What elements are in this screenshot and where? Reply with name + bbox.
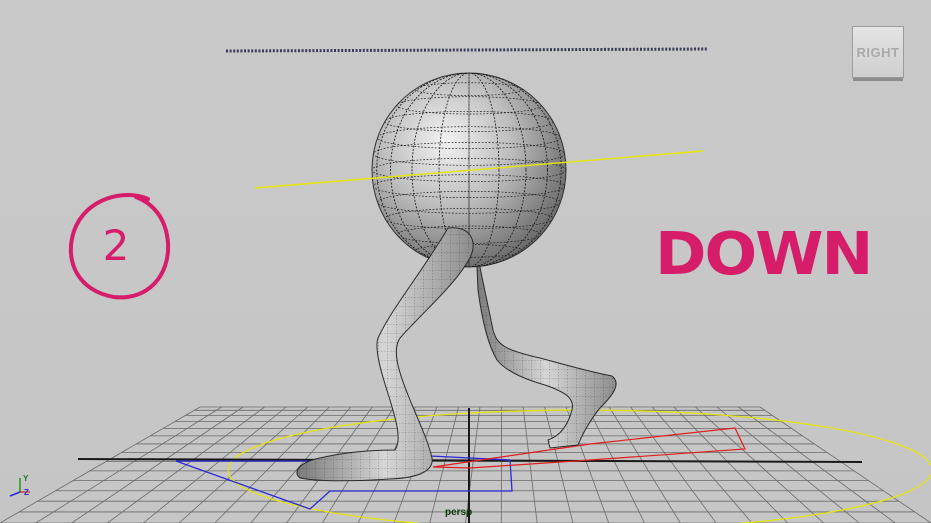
axis-z-label: Z bbox=[24, 488, 29, 497]
pose-name-annotation: DOWN bbox=[655, 218, 873, 289]
view-cube-icon[interactable]: RIGHT bbox=[852, 26, 904, 78]
maya-viewport[interactable]: 2 DOWN RIGHT Y Z persp bbox=[0, 0, 931, 523]
axis-indicator-icon: Y Z bbox=[6, 474, 36, 500]
motion-trail bbox=[225, 47, 709, 53]
view-cube-label: RIGHT bbox=[856, 44, 900, 60]
ground-grid bbox=[0, 406, 931, 523]
axis-y-label: Y bbox=[23, 474, 29, 483]
camera-name-label: persp bbox=[445, 507, 473, 518]
pose-number: 2 bbox=[102, 220, 130, 270]
pose-number-annotation: 2 bbox=[66, 191, 172, 301]
